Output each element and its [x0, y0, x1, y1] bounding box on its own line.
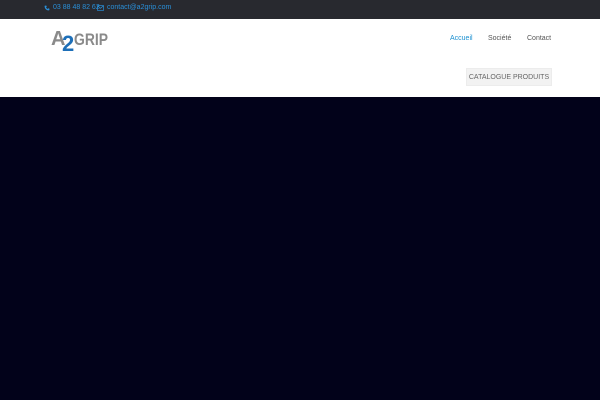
logo-word-grip: GRIP [74, 30, 108, 49]
nav-societe[interactable]: Société [488, 35, 511, 42]
envelope-icon [97, 4, 104, 11]
hero-banner [0, 97, 600, 400]
phone-number: 03 88 48 82 62 [53, 4, 100, 11]
email-link[interactable]: contact@a2grip.com [97, 4, 171, 11]
phone-icon [44, 5, 50, 10]
catalogue-button[interactable]: CATALOGUE PRODUITS [466, 68, 552, 86]
a2grip-logo[interactable]: A 2 GRIP [51, 25, 109, 53]
email-address: contact@a2grip.com [107, 4, 172, 11]
logo-number-2: 2 [62, 31, 74, 53]
nav-contact[interactable]: Contact [527, 35, 551, 42]
nav-accueil[interactable]: Accueil [450, 35, 473, 42]
site-header: A 2 GRIP Accueil Société Contact CATALOG… [0, 19, 600, 97]
phone-link[interactable]: 03 88 48 82 62 [44, 4, 100, 11]
top-bar: 03 88 48 82 62 contact@a2grip.com [0, 0, 600, 19]
